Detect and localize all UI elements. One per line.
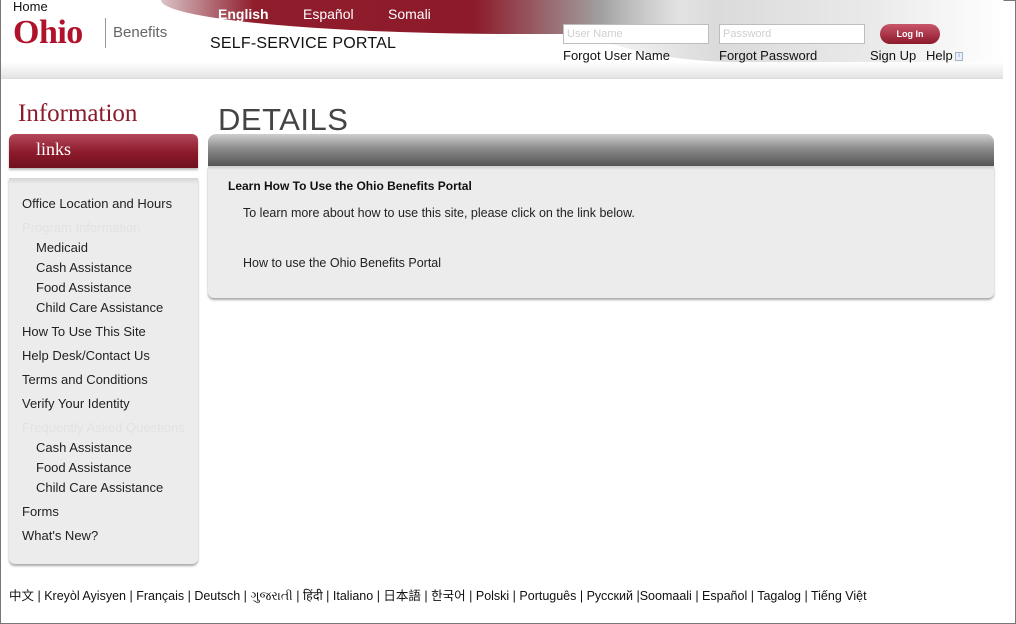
language-english[interactable]: English bbox=[218, 6, 269, 22]
portal-title: SELF-SERVICE PORTAL bbox=[210, 35, 397, 52]
footer-lang-portugues[interactable]: Português bbox=[519, 589, 576, 603]
header-gradient bbox=[1, 62, 1003, 78]
footer-lang-francais[interactable]: Français bbox=[136, 589, 184, 603]
logo-benefits-text: Benefits bbox=[113, 24, 168, 41]
sign-up-link[interactable]: Sign Up bbox=[870, 48, 916, 63]
sidebar-item-medicaid[interactable]: Medicaid bbox=[36, 240, 88, 255]
login-button[interactable]: Log In bbox=[880, 24, 940, 44]
intro-text: To learn more about how to use this site… bbox=[243, 206, 635, 220]
sidebar-item-whats-new[interactable]: What's New? bbox=[22, 528, 98, 543]
footer-lang-polski[interactable]: Polski bbox=[476, 589, 509, 603]
footer-lang-kreyol[interactable]: Kreyòl Ayisyen bbox=[44, 589, 126, 603]
footer-lang-vietnamese[interactable]: Tiếng Việt bbox=[811, 589, 867, 603]
sidebar-section-faq: Frequently Asked Questions bbox=[22, 420, 185, 435]
sidebar-item-faq-child-care-assistance[interactable]: Child Care Assistance bbox=[36, 480, 163, 495]
footer-lang-soomaali[interactable]: Soomaali bbox=[640, 589, 692, 603]
sidebar-item-forms[interactable]: Forms bbox=[22, 504, 59, 519]
footer-language-links: 中文 | Kreyòl Ayisyen | Français | Deutsch… bbox=[9, 589, 867, 603]
sidebar-item-how-to-use[interactable]: How To Use This Site bbox=[22, 324, 146, 339]
sidebar-tab: links bbox=[9, 134, 198, 168]
section-heading: Learn How To Use the Ohio Benefits Porta… bbox=[228, 179, 472, 193]
sidebar-item-help-desk[interactable]: Help Desk/Contact Us bbox=[22, 348, 150, 363]
footer-lang-hindi[interactable]: हिंदी bbox=[303, 589, 323, 603]
sidebar-item-terms[interactable]: Terms and Conditions bbox=[22, 372, 148, 387]
help-link[interactable]: Help bbox=[926, 48, 953, 63]
sidebar-tab-label: links bbox=[36, 139, 72, 159]
footer-lang-espanol[interactable]: Español bbox=[702, 589, 747, 603]
footer-lang-tagalog[interactable]: Tagalog bbox=[757, 589, 801, 603]
sidebar-item-faq-food-assistance[interactable]: Food Assistance bbox=[36, 460, 131, 475]
sidebar-item-food-assistance[interactable]: Food Assistance bbox=[36, 280, 131, 295]
sidebar-item-verify-identity[interactable]: Verify Your Identity bbox=[22, 396, 130, 411]
forgot-username-link[interactable]: Forgot User Name bbox=[563, 48, 670, 63]
sidebar-heading: Information bbox=[18, 100, 138, 127]
username-input[interactable] bbox=[563, 24, 709, 44]
details-header-bar bbox=[208, 134, 994, 166]
help-info-icon[interactable]: i bbox=[955, 52, 963, 61]
how-to-use-portal-link[interactable]: How to use the Ohio Benefits Portal bbox=[243, 256, 441, 270]
footer-lang-korean[interactable]: 한국어 bbox=[431, 589, 466, 603]
footer-lang-gujarati[interactable]: ગુજરાતી bbox=[250, 589, 292, 603]
sidebar-item-child-care-assistance[interactable]: Child Care Assistance bbox=[36, 300, 163, 315]
page-title: DETAILS bbox=[218, 102, 349, 137]
sidebar-item-cash-assistance[interactable]: Cash Assistance bbox=[36, 260, 132, 275]
logo-ohio-text: Ohio bbox=[13, 14, 83, 51]
footer-lang-chinese[interactable]: 中文 bbox=[9, 589, 34, 603]
sidebar-section-program-information: Program Information bbox=[22, 220, 141, 235]
home-link[interactable]: Home bbox=[13, 0, 48, 14]
footer-lang-deutsch[interactable]: Deutsch bbox=[194, 589, 240, 603]
password-input[interactable] bbox=[719, 24, 865, 44]
footer-lang-japanese[interactable]: 日本語 bbox=[383, 589, 421, 603]
forgot-password-link[interactable]: Forgot Password bbox=[719, 48, 817, 63]
footer-lang-italiano[interactable]: Italiano bbox=[333, 589, 373, 603]
sidebar-item-faq-cash-assistance[interactable]: Cash Assistance bbox=[36, 440, 132, 455]
language-somali[interactable]: Somali bbox=[388, 6, 431, 22]
sidebar-item-office-location[interactable]: Office Location and Hours bbox=[22, 196, 172, 211]
footer-lang-russian[interactable]: Русский bbox=[587, 589, 633, 603]
language-espanol[interactable]: Español bbox=[303, 6, 354, 22]
logo-divider bbox=[105, 18, 106, 48]
